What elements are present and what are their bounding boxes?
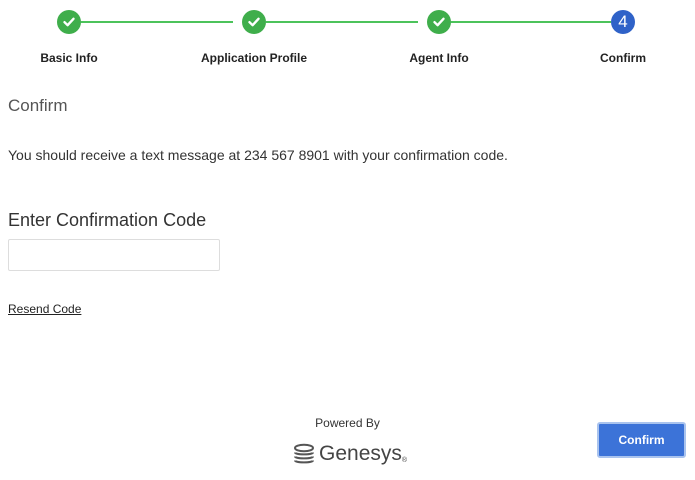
- page-title: Confirm: [8, 96, 68, 115]
- progress-stepper: 4 Basic Info Application Profile Agent I…: [0, 0, 695, 80]
- step-2-check-icon: [242, 10, 266, 34]
- step-1-check-icon: [57, 10, 81, 34]
- resend-code-link[interactable]: Resend Code: [8, 302, 81, 316]
- powered-by-label: Powered By: [315, 416, 380, 430]
- step-label-basic-info: Basic Info: [40, 51, 98, 65]
- confirm-page: 4 Basic Info Application Profile Agent I…: [0, 0, 695, 480]
- step-label-application-profile: Application Profile: [200, 51, 308, 65]
- genesys-logo-icon: [294, 443, 314, 464]
- step-4-number: 4: [611, 10, 635, 34]
- step-connector: [266, 21, 418, 23]
- confirmation-message: You should receive a text message at 234…: [8, 147, 508, 163]
- confirmation-code-label: Enter Confirmation Code: [8, 210, 207, 230]
- step-connector: [451, 21, 611, 23]
- confirm-button[interactable]: Confirm: [597, 422, 686, 458]
- genesys-brand-name: Genesys: [319, 442, 402, 465]
- confirmation-code-input[interactable]: [8, 239, 220, 271]
- step-3-check-icon: [427, 10, 451, 34]
- trademark-mark: ®: [401, 457, 408, 464]
- step-connector: [81, 21, 233, 23]
- genesys-logo: Genesys ®: [292, 440, 407, 468]
- step-label-agent-info: Agent Info: [409, 51, 469, 65]
- step-label-confirm: Confirm: [600, 51, 646, 65]
